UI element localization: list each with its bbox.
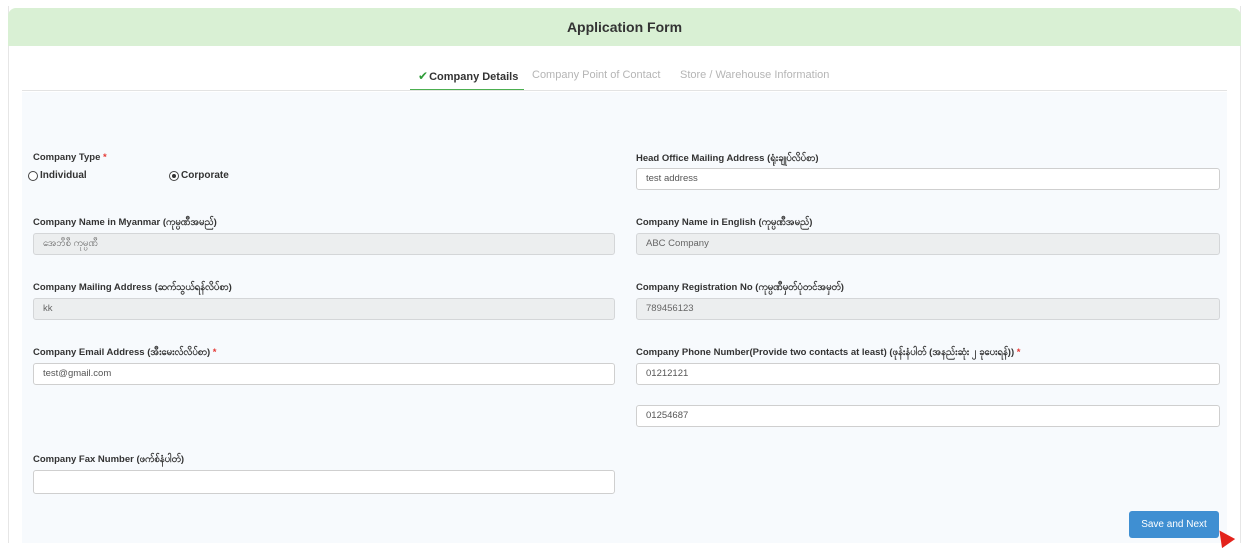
tabs-divider [22,90,1227,91]
company-name-mm-input[interactable]: အေဘီစီ ကုမ္ပဏီ [33,233,615,255]
radio-individual[interactable]: Individual [28,170,87,181]
company-name-mm-label: Company Name in Myanmar (ကုမ္ပဏီအမည်) [33,217,217,228]
form-title: Application Form [566,19,683,35]
phone-input-1[interactable]: 01212121 [636,363,1220,385]
email-label: Company Email Address (အီးမေးလ်လိပ်စာ) * [33,347,217,358]
tab-label: Company Details [429,71,519,83]
head-office-label: Head Office Mailing Address (ရုံးချုပ်လိ… [636,153,819,164]
fax-label: Company Fax Number (ဖက်စ်နံပါတ်) [33,454,185,465]
tab-label: Store / Warehouse Information [680,69,830,81]
tab-label: Company Point of Contact [532,69,661,81]
radio-label: Individual [40,170,87,181]
required-mark: * [1016,347,1021,358]
email-input[interactable]: test@gmail.com [33,363,615,385]
phone-input-2[interactable]: 01254687 [636,405,1220,427]
mailing-address-input[interactable]: kk [33,298,615,320]
mailing-address-label: Company Mailing Address (ဆက်သွယ်ရန်လိပ်စ… [33,282,232,293]
registration-no-label: Company Registration No (ကုမ္ပဏီမှတ်ပုံတ… [636,282,844,293]
company-name-en-input[interactable]: ABC Company [636,233,1220,255]
tab-company-details[interactable]: ✔Company Details [410,69,525,91]
radio-selected-icon [169,170,179,181]
head-office-input[interactable]: test address [636,168,1220,190]
company-type-label: Company Type * [33,152,107,163]
required-mark: * [212,347,217,358]
radio-corporate[interactable]: Corporate [169,170,229,181]
radio-circle-icon [28,170,38,181]
save-and-next-button[interactable]: Save and Next [1129,511,1219,538]
check-icon: ✔ [418,69,429,83]
radio-label: Corporate [181,170,229,181]
tab-store-warehouse[interactable]: Store / Warehouse Information [680,69,829,89]
fax-input[interactable] [33,470,615,494]
phone-label: Company Phone Number(Provide two contact… [636,347,1021,358]
form-header: Application Form [8,8,1241,46]
company-name-en-label: Company Name in English (ကုမ္ပဏီအမည်) [636,217,813,228]
registration-no-input[interactable]: 789456123 [636,298,1220,320]
required-mark: * [103,152,107,163]
button-label: Save and Next [1141,519,1207,530]
tab-company-point-of-contact[interactable]: Company Point of Contact [532,69,660,89]
